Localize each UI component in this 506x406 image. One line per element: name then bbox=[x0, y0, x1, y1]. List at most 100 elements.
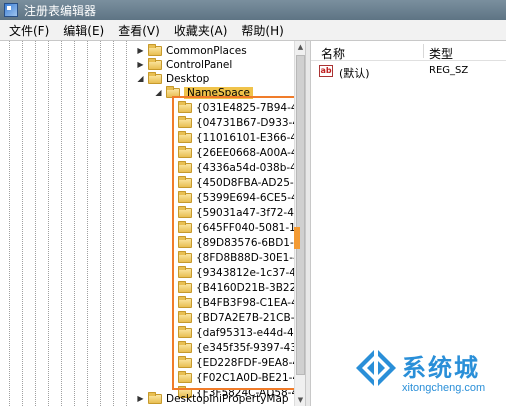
tree-node-namespace[interactable]: ◢ NameSpace bbox=[154, 85, 253, 100]
tree-node-label: CommonPlaces bbox=[166, 44, 247, 57]
tree-node-label: {04731B67-D933-450 bbox=[196, 116, 305, 129]
menu-view[interactable]: 查看(V) bbox=[113, 22, 165, 39]
menu-favorites[interactable]: 收藏夹(A) bbox=[169, 22, 233, 39]
menu-file[interactable]: 文件(F) bbox=[4, 22, 54, 39]
tree-node-guid[interactable]: {645FF040-5081-101 bbox=[178, 220, 305, 235]
tree-node-desktop[interactable]: ◢ Desktop bbox=[136, 71, 209, 86]
folder-icon bbox=[178, 280, 192, 293]
scroll-up-arrow-icon[interactable]: ▲ bbox=[295, 41, 305, 53]
folder-icon bbox=[178, 295, 192, 308]
tree-node-guid[interactable]: {daf95313-e44d-46a bbox=[178, 325, 305, 340]
scroll-position-marker bbox=[294, 227, 300, 249]
tree-node-label: {11016101-E366-4D2 bbox=[196, 131, 305, 144]
folder-icon bbox=[178, 235, 192, 248]
value-row-default[interactable]: ab (默认) REG_SZ bbox=[319, 64, 504, 80]
tree-node-label: {59031a47-3f72-44a bbox=[196, 206, 305, 219]
tree-node-guid[interactable]: {59031a47-3f72-44a bbox=[178, 205, 305, 220]
tree-node-label: {e345f35f-9397-435 bbox=[196, 341, 304, 354]
tree-node-label: {031E4825-7B94-4dc bbox=[196, 101, 305, 114]
tree-node-label: {F02C1A0D-BE21-435 bbox=[196, 371, 305, 384]
folder-icon bbox=[178, 160, 192, 173]
tree-node-guid[interactable]: {ED228FDF-9EA8-487 bbox=[178, 355, 305, 370]
tree-node-commonplaces[interactable]: ▶ CommonPlaces bbox=[136, 43, 247, 58]
tree-node-guid[interactable]: {04731B67-D933-450 bbox=[178, 115, 305, 130]
value-list-pane[interactable]: 名称 类型 ab (默认) REG_SZ bbox=[311, 41, 506, 406]
tree-node-guid[interactable]: {89D83576-6BD1-4c8 bbox=[178, 235, 305, 250]
title-bar[interactable]: 注册表编辑器 bbox=[0, 0, 506, 20]
scroll-down-arrow-icon[interactable]: ▼ bbox=[295, 394, 305, 406]
tree-node-label: ControlPanel bbox=[166, 58, 233, 71]
tree-node-desktopinipropertymap[interactable]: ▶ DesktopIniPropertyMap bbox=[136, 391, 289, 406]
tree-node-guid[interactable]: {F02C1A0D-BE21-435 bbox=[178, 370, 305, 385]
folder-icon bbox=[178, 145, 192, 158]
folder-icon bbox=[178, 100, 192, 113]
tree-node-guid[interactable]: {e345f35f-9397-435 bbox=[178, 340, 304, 355]
tree-node-label: {B4FB3F98-C1EA-428 bbox=[196, 296, 305, 309]
folder-icon bbox=[178, 355, 192, 368]
folder-icon bbox=[178, 205, 192, 218]
folder-icon bbox=[178, 310, 192, 323]
tree-node-guid[interactable]: {9343812e-1c37-4a4 bbox=[178, 265, 305, 280]
tree-vertical-scrollbar[interactable]: ▲ ▼ bbox=[294, 41, 305, 406]
expand-arrow-icon[interactable]: ▶ bbox=[136, 394, 145, 403]
tree-node-label: {450D8FBA-AD25-11D bbox=[196, 176, 305, 189]
folder-icon bbox=[178, 115, 192, 128]
column-header-type[interactable]: 类型 bbox=[429, 45, 453, 62]
tree-node-label: Desktop bbox=[166, 72, 210, 85]
tree-node-label: {4336a54d-038b-468 bbox=[196, 161, 305, 174]
tree-node-label: {89D83576-6BD1-4c8 bbox=[196, 236, 305, 249]
tree-node-label: {5399E694-6CE5-4D6 bbox=[196, 191, 305, 204]
folder-icon bbox=[178, 190, 192, 203]
tree-node-guid[interactable]: {031E4825-7B94-4dc bbox=[178, 100, 305, 115]
folder-icon bbox=[178, 325, 192, 338]
folder-icon bbox=[178, 130, 192, 143]
window-title: 注册表编辑器 bbox=[24, 3, 97, 18]
folder-icon bbox=[178, 175, 192, 188]
value-name: (默认) bbox=[339, 67, 370, 80]
folder-icon bbox=[178, 370, 192, 383]
scrollbar-thumb[interactable] bbox=[296, 55, 305, 375]
tree-node-label: {26EE0668-A00A-44D bbox=[196, 146, 305, 159]
tree-node-label: {B4160D21B-3B22-B6D bbox=[196, 281, 305, 294]
column-divider[interactable] bbox=[423, 44, 424, 58]
folder-icon bbox=[178, 250, 192, 263]
regedit-icon bbox=[4, 3, 18, 17]
registry-tree-pane[interactable]: ▶ CommonPlaces ▶ ControlPanel ◢ Desktop … bbox=[0, 41, 305, 406]
tree-node-guid[interactable]: {26EE0668-A00A-44D bbox=[178, 145, 305, 160]
tree-node-label: {ED228FDF-9EA8-487 bbox=[196, 356, 305, 369]
folder-icon bbox=[178, 340, 192, 353]
value-type: REG_SZ bbox=[429, 65, 469, 76]
folder-icon bbox=[148, 57, 162, 70]
tree-node-guid[interactable]: {8FD8B88D-30E1-4F2 bbox=[178, 250, 305, 265]
expand-arrow-icon[interactable]: ▶ bbox=[136, 60, 145, 69]
tree-node-guid[interactable]: {450D8FBA-AD25-11D bbox=[178, 175, 305, 190]
string-value-icon: ab bbox=[319, 65, 333, 77]
tree-node-guid[interactable]: {5399E694-6CE5-4D6 bbox=[178, 190, 305, 205]
folder-open-icon bbox=[148, 71, 162, 84]
menu-help[interactable]: 帮助(H) bbox=[236, 22, 288, 39]
folder-icon bbox=[148, 43, 162, 56]
tree-node-guid[interactable]: {4336a54d-038b-468 bbox=[178, 160, 305, 175]
collapse-arrow-icon[interactable]: ◢ bbox=[154, 88, 163, 97]
tree-node-controlpanel[interactable]: ▶ ControlPanel bbox=[136, 57, 232, 72]
menu-edit[interactable]: 编辑(E) bbox=[58, 22, 109, 39]
tree-node-label: {BD7A2E7B-21CB-41b bbox=[196, 311, 305, 324]
tree-node-guid[interactable]: {B4160D21B-3B22-B6D bbox=[178, 280, 305, 295]
folder-icon bbox=[178, 220, 192, 233]
tree-node-label-selected: NameSpace bbox=[184, 86, 253, 99]
folder-open-icon bbox=[166, 85, 180, 98]
tree-node-guid[interactable]: {BD7A2E7B-21CB-41b bbox=[178, 310, 305, 325]
tree-node-guid[interactable]: {B4FB3F98-C1EA-428 bbox=[178, 295, 305, 310]
tree-node-guid[interactable]: {11016101-E366-4D2 bbox=[178, 130, 305, 145]
expand-arrow-icon[interactable]: ▶ bbox=[136, 46, 145, 55]
tree-node-label: {645FF040-5081-101 bbox=[196, 221, 305, 234]
collapse-arrow-icon[interactable]: ◢ bbox=[136, 74, 145, 83]
tree-node-label: DesktopIniPropertyMap bbox=[166, 392, 289, 405]
tree-node-label: {8FD8B88D-30E1-4F2 bbox=[196, 251, 305, 264]
folder-icon bbox=[178, 265, 192, 278]
folder-icon bbox=[148, 391, 162, 404]
tree-node-label: {daf95313-e44d-46a bbox=[196, 326, 305, 339]
menu-bar: 文件(F) 编辑(E) 查看(V) 收藏夹(A) 帮助(H) bbox=[0, 20, 506, 41]
list-header: 名称 类型 bbox=[311, 41, 506, 61]
column-header-name[interactable]: 名称 bbox=[321, 45, 345, 62]
